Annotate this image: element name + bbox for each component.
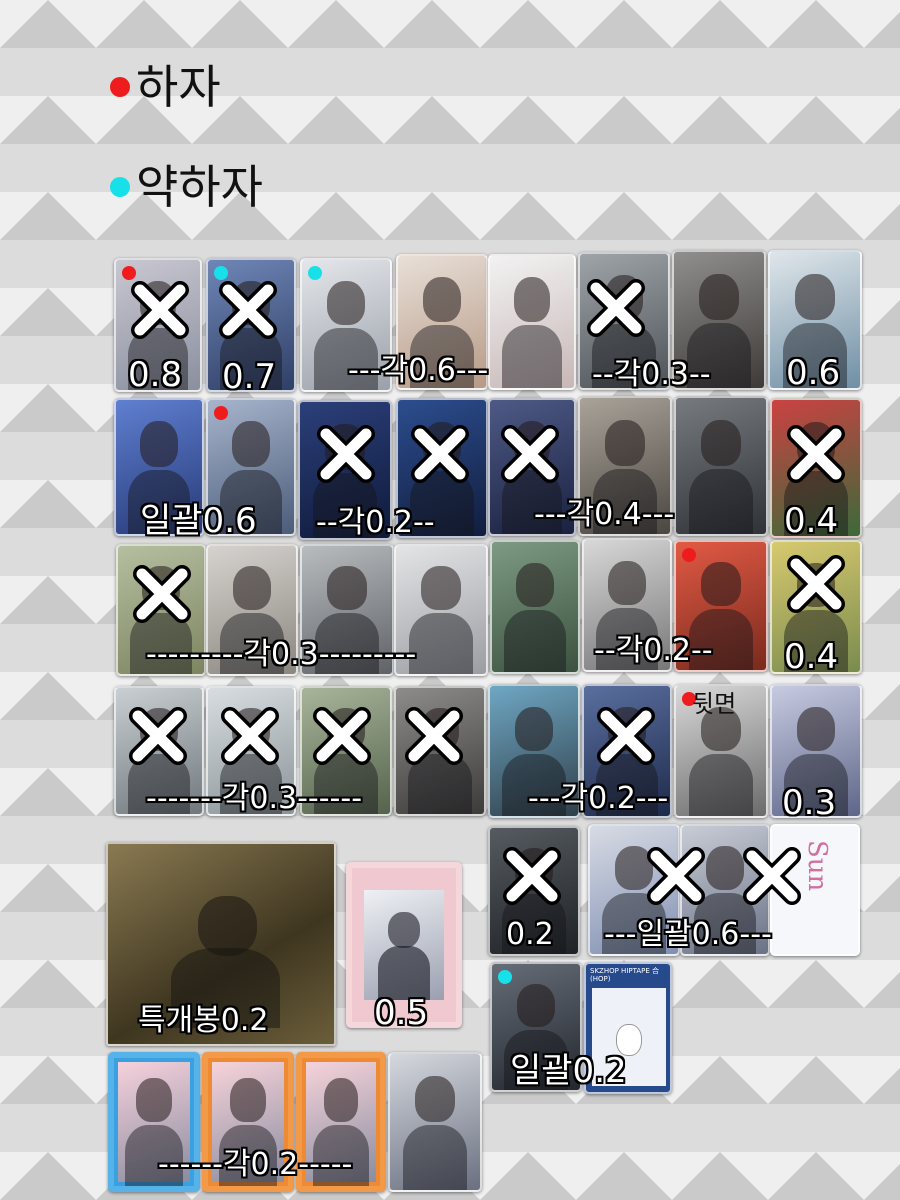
sold-x-icon — [587, 279, 645, 337]
sold-x-icon — [501, 425, 559, 483]
minor-defect-dot-icon — [498, 970, 512, 984]
photocard — [488, 254, 576, 390]
sold-x-icon — [219, 281, 277, 339]
minor-defect-dot-icon — [308, 266, 322, 280]
back-side-note: 뒷면 — [692, 690, 737, 718]
price-label: -------각0.3------ — [146, 781, 363, 816]
sold-x-icon — [597, 707, 655, 765]
minor-defect-dot-icon — [214, 266, 228, 280]
sold-x-icon — [129, 707, 187, 765]
price-label: 0.4 — [784, 637, 839, 677]
sold-x-icon — [503, 847, 561, 905]
price-label: 0.6 — [786, 353, 841, 393]
defect-dot-icon — [122, 266, 136, 280]
sold-x-icon — [317, 425, 375, 483]
price-label: ---각0.4--- — [534, 497, 675, 532]
cyan-dot-icon — [110, 177, 130, 197]
price-label: 일괄0.6 — [140, 501, 257, 541]
sold-x-icon — [743, 847, 801, 905]
price-label: 0.8 — [128, 355, 183, 395]
price-label: ---일괄0.6--- — [604, 917, 772, 952]
legend-defect-label: 하자 — [136, 60, 221, 114]
photocard — [674, 396, 768, 536]
sold-x-icon — [131, 281, 189, 339]
sold-x-icon — [787, 555, 845, 613]
price-label: --각0.2-- — [594, 633, 713, 668]
defect-dot-icon — [682, 548, 696, 562]
defect-dot-icon — [214, 406, 228, 420]
price-label: ------각0.2----- — [158, 1147, 353, 1182]
photocard — [388, 1052, 482, 1192]
price-label: ---각0.6--- — [348, 353, 489, 388]
red-dot-icon — [110, 77, 130, 97]
price-label: 0.4 — [784, 501, 839, 541]
sold-x-icon — [133, 565, 191, 623]
price-label: --각0.3-- — [592, 357, 711, 392]
price-label: 특개봉0.2 — [138, 1003, 269, 1038]
price-label: 0.3 — [782, 783, 837, 823]
photocard — [490, 540, 580, 674]
legend-defect: 하자 — [110, 64, 221, 110]
sold-x-icon — [313, 707, 371, 765]
sold-x-icon — [647, 847, 705, 905]
price-label: 일괄0.2 — [510, 1051, 627, 1091]
legend-minor-defect-label: 약하자 — [136, 160, 263, 214]
legend-minor-defect: 약하자 — [110, 164, 263, 210]
price-label: ---------각0.3--------- — [146, 637, 417, 672]
sold-x-icon — [405, 707, 463, 765]
price-label: ---각0.2--- — [528, 781, 669, 816]
price-label: 0.2 — [506, 917, 554, 952]
price-label: 0.7 — [222, 357, 277, 397]
sun-doodle-text: Sun — [802, 840, 832, 892]
sold-x-icon — [787, 425, 845, 483]
price-label: 0.5 — [374, 993, 429, 1033]
sold-x-icon — [411, 425, 469, 483]
tape-card-title: SKZHOP HIPTAPE 合 (HOP) — [590, 967, 659, 983]
sold-x-icon — [221, 707, 279, 765]
price-label: --각0.2-- — [316, 505, 435, 540]
